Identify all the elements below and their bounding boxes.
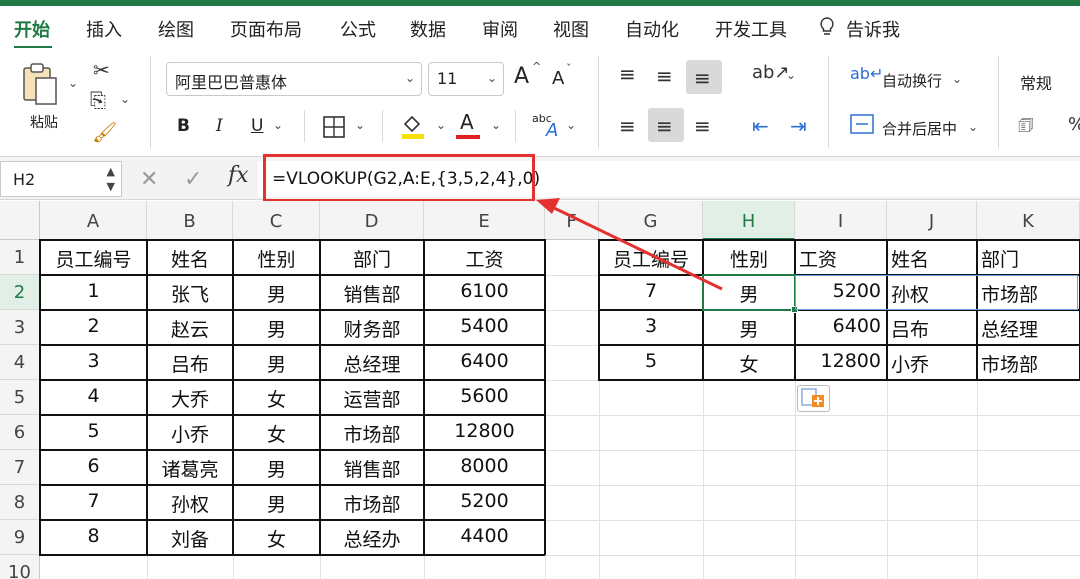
annotation-arrow [536,198,723,291]
